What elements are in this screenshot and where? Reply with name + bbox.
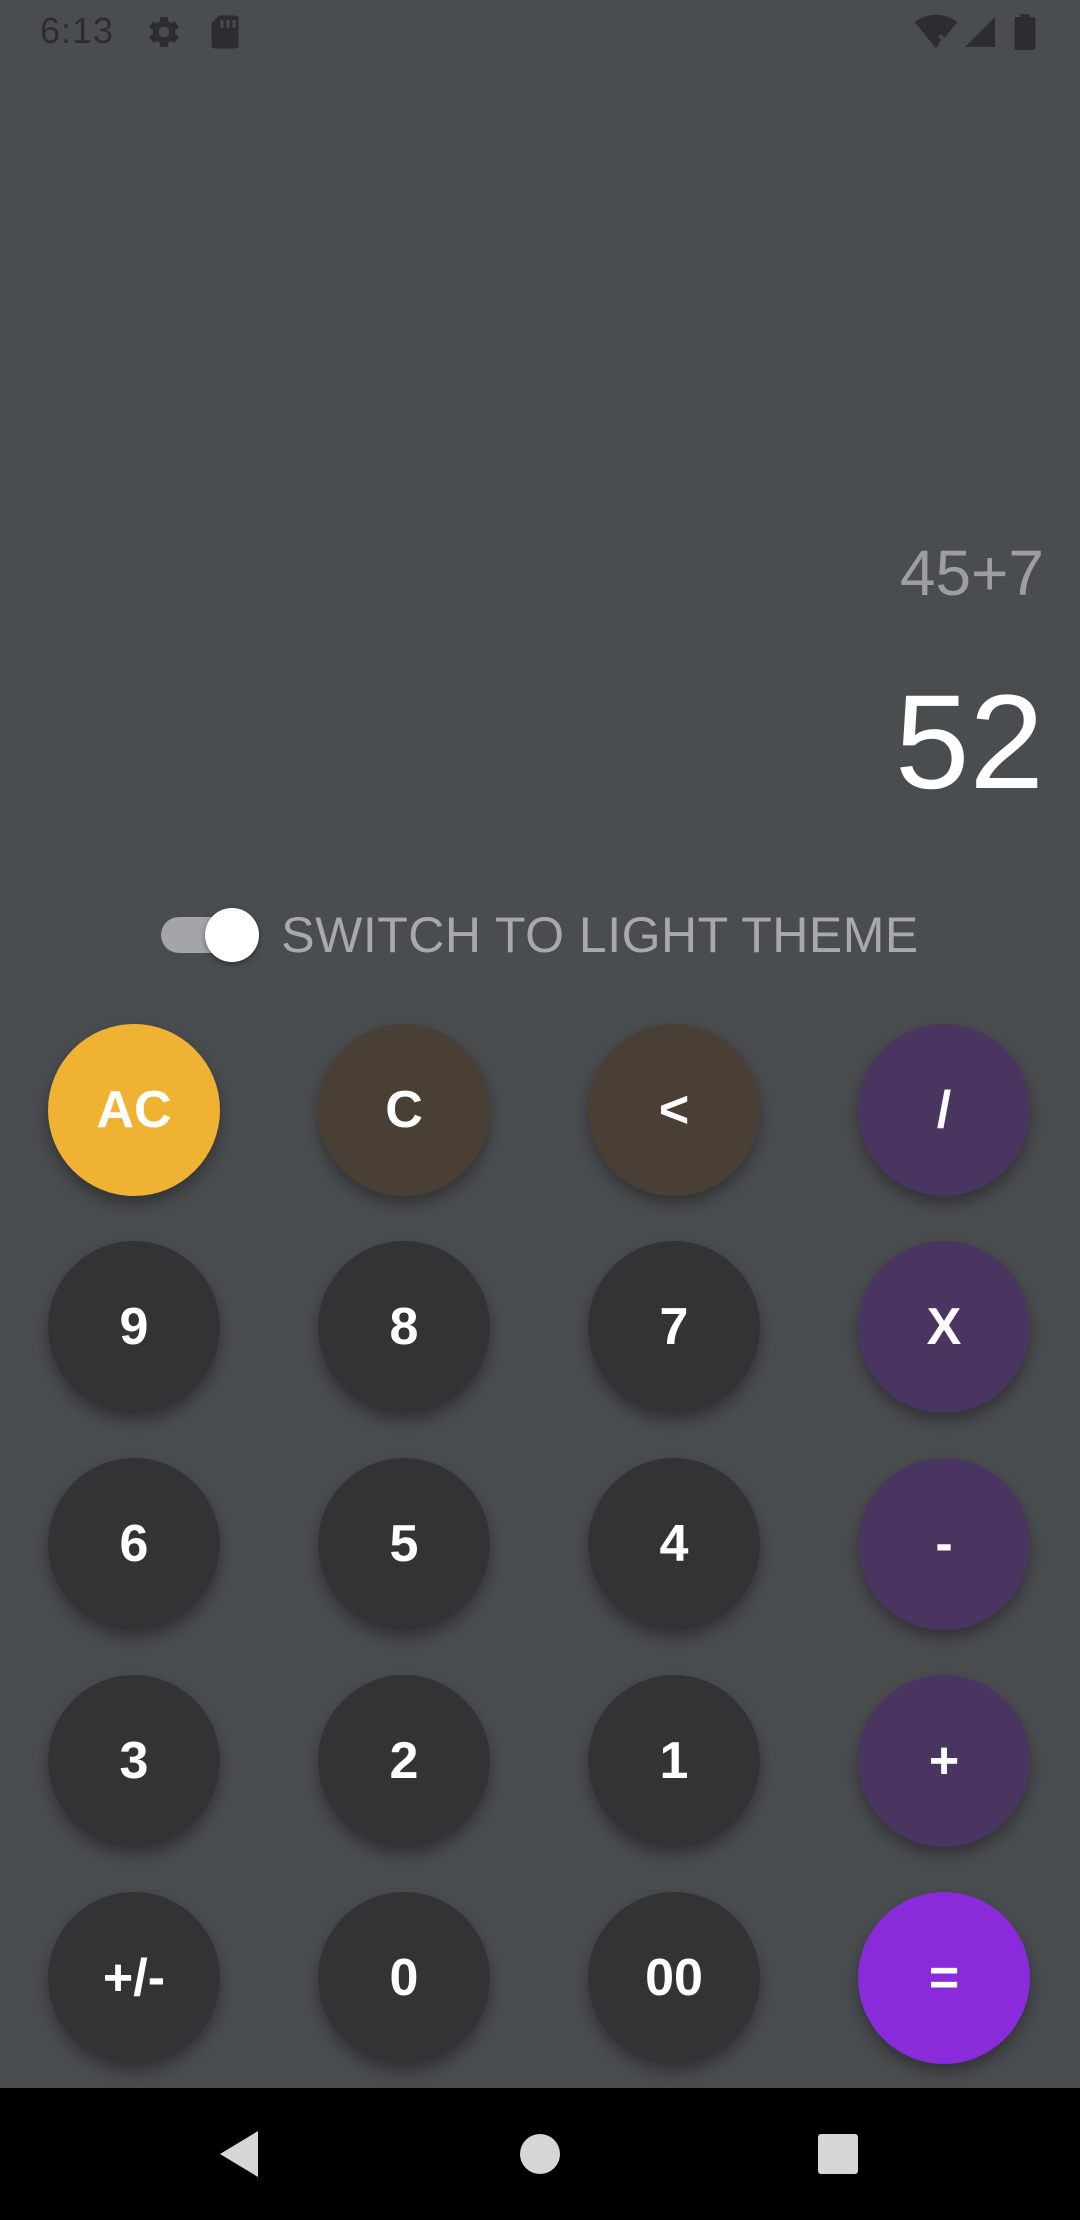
- navigation-bar: [0, 2088, 1080, 2220]
- sd-card-icon: [210, 14, 240, 55]
- backspace-button[interactable]: <: [588, 1024, 760, 1196]
- wifi-off-icon: [914, 14, 958, 55]
- status-bar: 6:13: [0, 0, 1080, 66]
- digit-8-button[interactable]: 8: [318, 1241, 490, 1413]
- calculator-screen: 6:13 45+7 52 SWITCH TO LIGHT THEME AC C …: [0, 0, 1080, 2220]
- battery-icon: [1014, 14, 1036, 55]
- equals-button[interactable]: =: [858, 1892, 1030, 2064]
- signal-icon: [962, 14, 998, 55]
- theme-switch[interactable]: [161, 908, 260, 962]
- digit-9-button[interactable]: 9: [48, 1241, 220, 1413]
- theme-switch-row[interactable]: SWITCH TO LIGHT THEME: [0, 900, 1080, 970]
- subtract-button[interactable]: -: [858, 1458, 1030, 1630]
- gear-icon: [146, 14, 182, 55]
- digit-1-button[interactable]: 1: [588, 1675, 760, 1847]
- theme-switch-label: SWITCH TO LIGHT THEME: [281, 907, 919, 963]
- digit-5-button[interactable]: 5: [318, 1458, 490, 1630]
- digit-4-button[interactable]: 4: [588, 1458, 760, 1630]
- result-text: 52: [894, 668, 1044, 817]
- divide-button[interactable]: /: [858, 1024, 1030, 1196]
- recents-icon[interactable]: [778, 2088, 898, 2220]
- calculator-display: 45+7 52: [0, 66, 1080, 876]
- back-icon[interactable]: [180, 2088, 300, 2220]
- digit-6-button[interactable]: 6: [48, 1458, 220, 1630]
- multiply-button[interactable]: X: [858, 1241, 1030, 1413]
- digit-2-button[interactable]: 2: [318, 1675, 490, 1847]
- add-button[interactable]: +: [858, 1675, 1030, 1847]
- digit-3-button[interactable]: 3: [48, 1675, 220, 1847]
- switch-thumb: [205, 908, 260, 962]
- status-time: 6:13: [40, 10, 115, 51]
- negate-button[interactable]: +/-: [48, 1892, 220, 2064]
- double-zero-button[interactable]: 00: [588, 1892, 760, 2064]
- clear-button[interactable]: C: [318, 1024, 490, 1196]
- digit-7-button[interactable]: 7: [588, 1241, 760, 1413]
- home-icon[interactable]: [480, 2088, 600, 2220]
- all-clear-button[interactable]: AC: [48, 1024, 220, 1196]
- expression-text: 45+7: [899, 537, 1044, 609]
- digit-0-button[interactable]: 0: [318, 1892, 490, 2064]
